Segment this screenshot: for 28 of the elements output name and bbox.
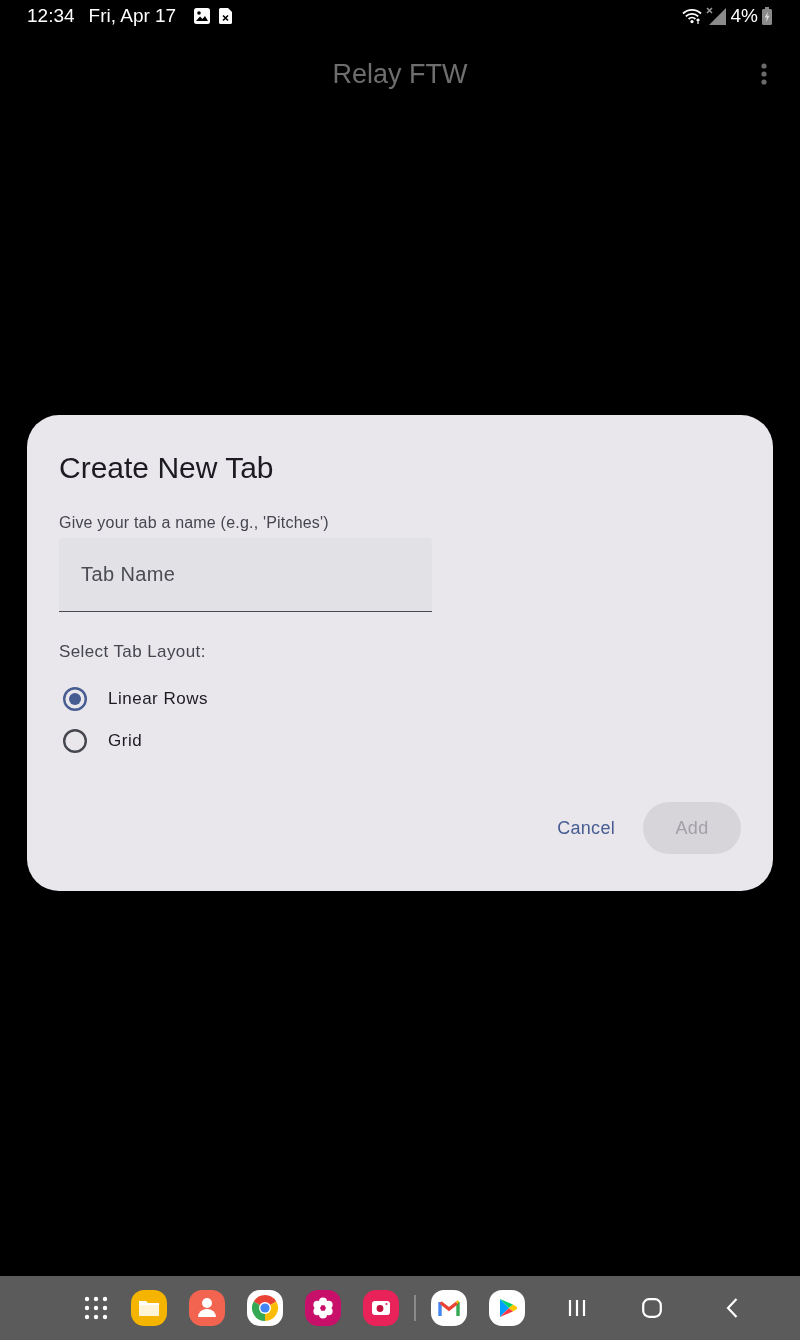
- wifi-icon: [681, 8, 702, 24]
- back-icon[interactable]: [726, 1298, 738, 1318]
- name-prompt: Give your tab a name (e.g., 'Pitches'): [59, 513, 329, 533]
- folder-icon[interactable]: [131, 1290, 167, 1326]
- camera-icon[interactable]: [363, 1290, 399, 1326]
- image-icon: [194, 8, 211, 24]
- app-drawer-icon[interactable]: [84, 1296, 108, 1320]
- layout-option-radio[interactable]: Grid: [59, 720, 143, 762]
- cancel-button[interactable]: Cancel: [543, 802, 629, 854]
- app-title: Relay FTW: [332, 58, 468, 90]
- home-icon[interactable]: [642, 1298, 662, 1318]
- file-x-icon: [219, 8, 233, 24]
- status-time: 12:34: [27, 5, 75, 27]
- no-signal-icon: [705, 7, 726, 25]
- more-options-icon[interactable]: [761, 63, 767, 85]
- flower-icon[interactable]: [305, 1290, 341, 1326]
- mail-icon[interactable]: [431, 1290, 467, 1326]
- battery-charging-icon: [762, 7, 772, 25]
- play-icon[interactable]: [489, 1290, 525, 1326]
- tab-name-field[interactable]: Tab Name: [59, 538, 432, 612]
- battery-percent: 4%: [730, 5, 758, 27]
- recent-apps-icon[interactable]: [568, 1299, 586, 1317]
- dialog-title: Create New Tab: [59, 450, 274, 486]
- layout-label: Select Tab Layout:: [59, 641, 206, 663]
- browser-icon[interactable]: [247, 1290, 283, 1326]
- status-date: Fri, Apr 17: [88, 5, 177, 27]
- contact-icon[interactable]: [189, 1290, 225, 1326]
- layout-option-radio[interactable]: Linear Rows: [59, 678, 208, 720]
